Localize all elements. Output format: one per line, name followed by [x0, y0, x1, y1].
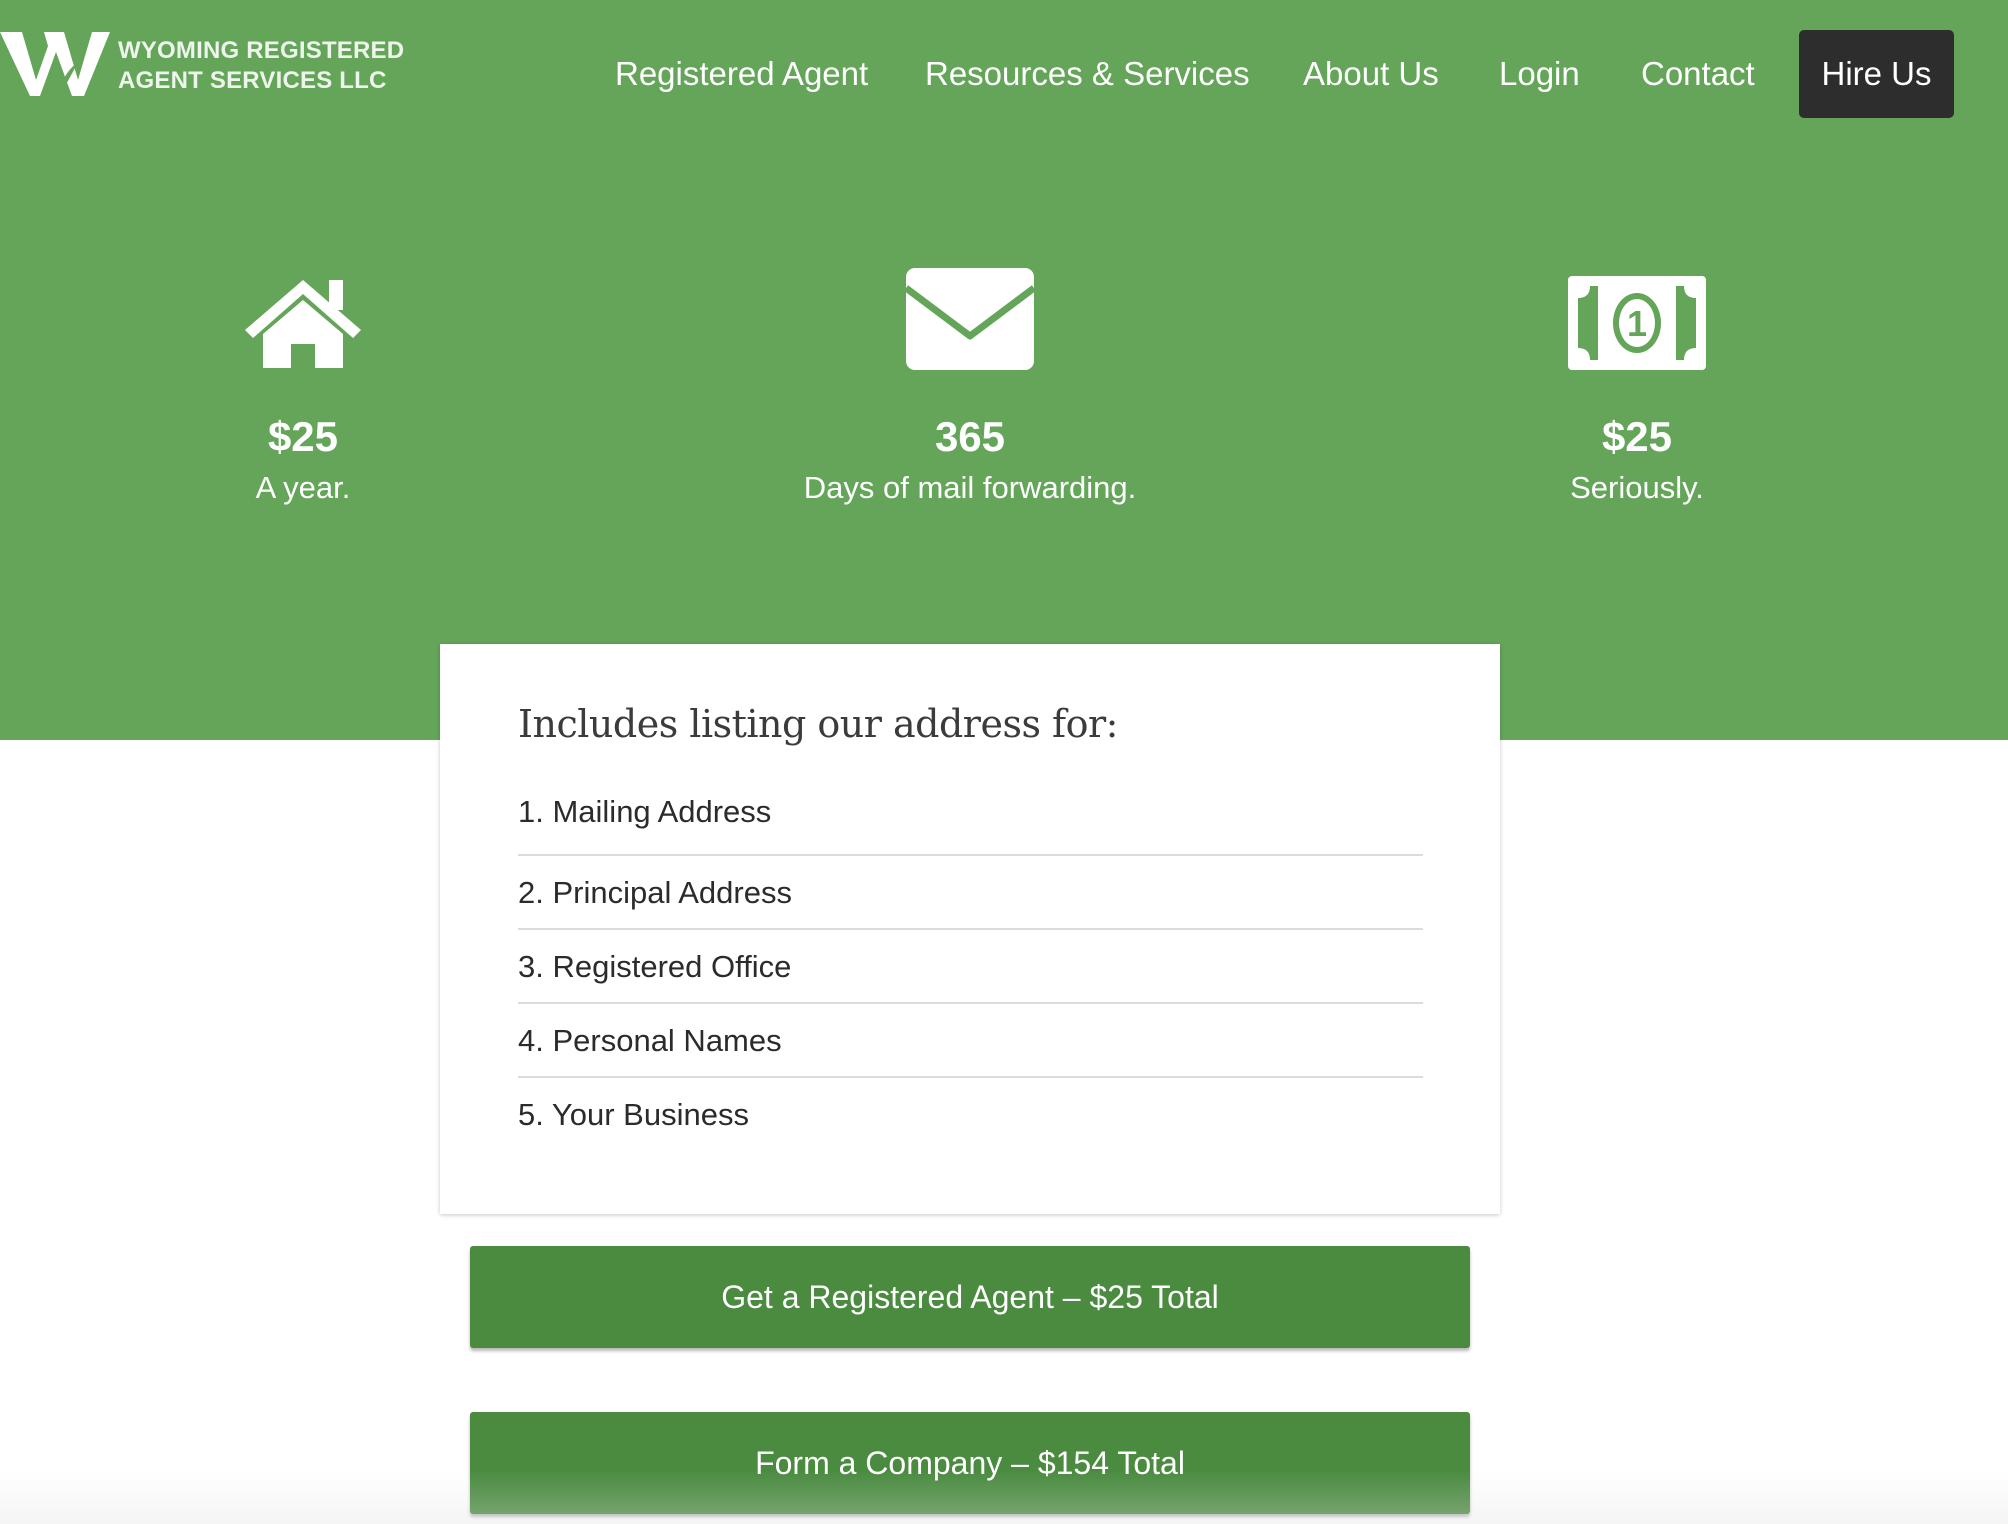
- feature-value: $25: [267, 413, 339, 460]
- feature-mail: 365 Days of mail forwarding.: [670, 268, 1270, 508]
- feature-value: $25: [1601, 413, 1673, 460]
- house-icon: [3, 270, 603, 370]
- list-item: 2. Principal Address: [518, 856, 1423, 930]
- list-item: 4. Personal Names: [518, 1004, 1423, 1078]
- hire-us-button[interactable]: Hire Us: [1799, 30, 1954, 118]
- list-item: 3. Registered Office: [518, 930, 1423, 1004]
- form-company-button[interactable]: Form a Company – $154 Total: [470, 1412, 1470, 1514]
- nav-contact[interactable]: Contact: [1641, 30, 1755, 118]
- list-item: 5. Your Business: [518, 1097, 749, 1132]
- feature-cost: 1 $25 Seriously.: [1337, 270, 1937, 508]
- envelope-icon: [670, 268, 1270, 370]
- feature-value: 365: [934, 413, 1006, 460]
- feature-caption: Seriously.: [1570, 470, 1704, 505]
- address-listing-card: Includes listing our address for: 1. Mai…: [440, 644, 1500, 1214]
- list-item: 1. Mailing Address: [518, 784, 1423, 856]
- feature-caption: Days of mail forwarding.: [803, 470, 1137, 505]
- nav-about-us[interactable]: About Us: [1303, 30, 1439, 118]
- get-registered-agent-button[interactable]: Get a Registered Agent – $25 Total: [470, 1246, 1470, 1348]
- svg-text:1: 1: [1627, 303, 1647, 344]
- address-list: 1. Mailing Address 2. Principal Address …: [518, 784, 1423, 1152]
- nav-resources-services[interactable]: Resources & Services: [925, 30, 1250, 118]
- feature-price: $25 A year.: [3, 270, 603, 508]
- card-title: Includes listing our address for:: [518, 702, 1118, 746]
- nav-registered-agent[interactable]: Registered Agent: [615, 30, 868, 118]
- main-nav: Registered Agent Resources & Services Ab…: [0, 30, 2008, 118]
- nav-login[interactable]: Login: [1499, 30, 1580, 118]
- dollar-bill-icon: 1: [1337, 270, 1937, 370]
- feature-caption: A year.: [255, 470, 351, 505]
